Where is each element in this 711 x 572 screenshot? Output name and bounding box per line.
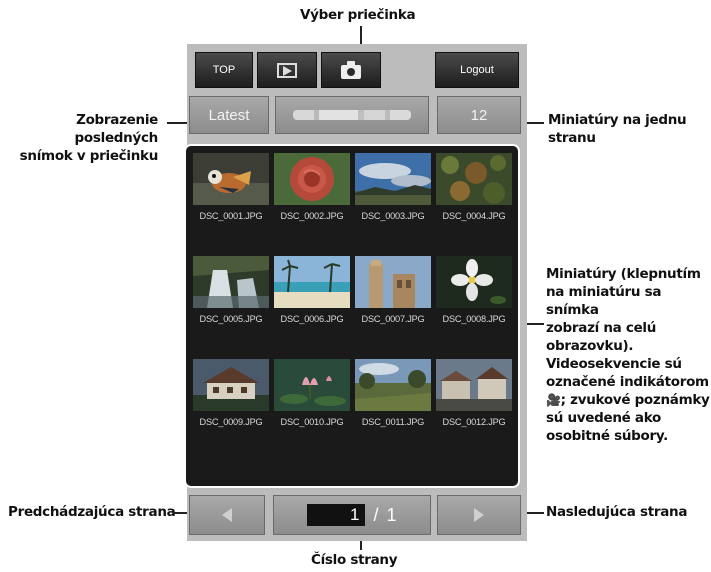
- thumbnail-filename: DSC_0005.JPG: [199, 314, 263, 324]
- camera-icon: [341, 60, 361, 79]
- thumbnail-image: [436, 153, 512, 205]
- movie-icon: 🎥: [546, 393, 561, 407]
- annotation-page-number: Číslo strany: [311, 552, 398, 568]
- leader-line: [526, 323, 544, 325]
- thumbnail-item[interactable]: DSC_0005.JPG: [190, 254, 269, 354]
- thumbnail-filename: DSC_0001.JPG: [199, 211, 263, 221]
- thumbnail-filename: DSC_0007.JPG: [361, 314, 425, 324]
- annotation-folder-select: Výber priečinka: [300, 7, 416, 23]
- camera-web-ui: TOP Logout Latest 12 DSC_0001.JPG DSC_00…: [184, 44, 527, 541]
- thumbnail-item[interactable]: DSC_0008.JPG: [433, 254, 512, 354]
- thumbnail-image: [436, 256, 512, 308]
- thumbnail-image: [355, 153, 431, 205]
- next-page-button[interactable]: [437, 495, 521, 535]
- thumbnails-per-page-select[interactable]: 12: [437, 96, 521, 134]
- thumbnail-image: [193, 153, 269, 205]
- latest-button[interactable]: Latest: [189, 96, 269, 134]
- annotation-latest: Zobrazenie posledných snímok v priečinku: [19, 112, 159, 164]
- thumbnail-image: [193, 359, 269, 411]
- current-page-input[interactable]: 1: [307, 504, 366, 526]
- thumbnail-filename: DSC_0008.JPG: [442, 314, 506, 324]
- leader-line: [526, 512, 544, 514]
- thumbnail-item[interactable]: DSC_0010.JPG: [271, 357, 350, 457]
- annotation-thumbnails: Miniatúry (klepnutím na miniatúru sa sní…: [546, 266, 710, 444]
- thumbnail-item[interactable]: DSC_0007.JPG: [352, 254, 431, 354]
- thumbnail-filename: DSC_0010.JPG: [280, 417, 344, 427]
- thumbnail-image: [274, 359, 350, 411]
- triangle-left-icon: [222, 508, 232, 522]
- page-number-control[interactable]: 1 / 1: [273, 495, 431, 535]
- playback-button[interactable]: [257, 52, 317, 88]
- leader-line: [526, 122, 544, 124]
- previous-page-button[interactable]: [189, 495, 265, 535]
- thumbnail-image: [355, 359, 431, 411]
- folder-name: [293, 110, 411, 120]
- thumbnail-filename: DSC_0003.JPG: [361, 211, 425, 221]
- thumbnail-item[interactable]: DSC_0003.JPG: [352, 151, 431, 251]
- leader-line: [167, 122, 189, 124]
- top-button[interactable]: TOP: [195, 52, 253, 88]
- thumbnail-filename: DSC_0004.JPG: [442, 211, 506, 221]
- play-mode-icon: [277, 62, 297, 78]
- total-pages: 1: [386, 504, 397, 525]
- thumbnail-image: [355, 256, 431, 308]
- thumbnail-item[interactable]: DSC_0006.JPG: [271, 254, 350, 354]
- annotation-prev-page: Predchádzajúca strana: [8, 504, 176, 520]
- thumbnail-filename: DSC_0002.JPG: [280, 211, 344, 221]
- camera-button[interactable]: [321, 52, 381, 88]
- thumbnail-item[interactable]: DSC_0001.JPG: [190, 151, 269, 251]
- page-indicator: 1 / 1: [307, 504, 397, 526]
- triangle-right-icon: [474, 508, 484, 522]
- page-separator: /: [373, 504, 379, 525]
- annotation-next-page: Nasledujúca strana: [546, 504, 688, 520]
- thumbnail-filename: DSC_0012.JPG: [442, 417, 506, 427]
- thumbnail-image: [436, 359, 512, 411]
- thumbnail-image: [274, 256, 350, 308]
- thumbnail-filename: DSC_0011.JPG: [361, 417, 425, 427]
- thumbnail-grid: DSC_0001.JPG DSC_0002.JPG DSC_0003.JPG D…: [184, 144, 520, 488]
- thumbnail-filename: DSC_0009.JPG: [199, 417, 263, 427]
- thumbnail-item[interactable]: DSC_0004.JPG: [433, 151, 512, 251]
- thumbnail-item[interactable]: DSC_0009.JPG: [190, 357, 269, 457]
- annotation-per-page: Miniatúry na jednu stranu: [548, 112, 687, 146]
- logout-button[interactable]: Logout: [435, 52, 519, 88]
- thumbnail-filename: DSC_0006.JPG: [280, 314, 344, 324]
- folder-select[interactable]: [275, 96, 429, 134]
- thumbnail-image: [274, 153, 350, 205]
- thumbnail-item[interactable]: DSC_0002.JPG: [271, 151, 350, 251]
- thumbnail-item[interactable]: DSC_0011.JPG: [352, 357, 431, 457]
- thumbnail-image: [193, 256, 269, 308]
- thumbnail-item[interactable]: DSC_0012.JPG: [433, 357, 512, 457]
